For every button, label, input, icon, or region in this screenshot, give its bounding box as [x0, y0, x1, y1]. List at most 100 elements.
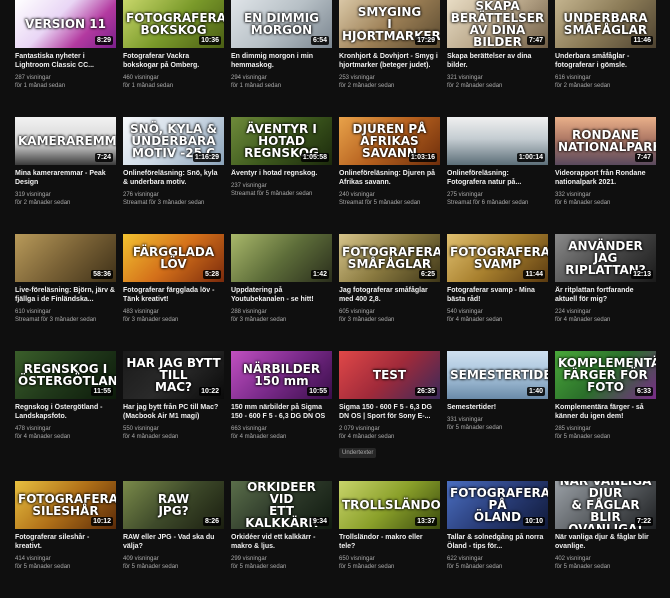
duration-badge: 6:54	[310, 36, 329, 45]
video-title[interactable]: Trollsländor - makro eller tele?	[339, 533, 440, 551]
video-thumbnail[interactable]: RONDANE NATIONALPARK 7:47	[555, 117, 656, 165]
video-title[interactable]: Onlineföreläsning: Djuren på Afrikas sav…	[339, 169, 440, 187]
video-card[interactable]: REGNSKOG I ÖSTERGÖTLAND11:55 Regnskog i Ö…	[15, 351, 116, 481]
video-card[interactable]: SNÖ, KYLA & UNDERBARA MOTIV -25 C1:16:29…	[123, 117, 224, 234]
video-title[interactable]: Live-föreläsning: Björn, järv & fjällga …	[15, 286, 116, 304]
video-thumbnail[interactable]: TROLLSLÄNDOR 13:37	[339, 481, 440, 529]
video-title[interactable]: Skapa berättelser av dina bilder.	[447, 52, 548, 70]
video-thumbnail[interactable]: ORKIDÉER VID ETT KALKKÄRR 9:34	[231, 481, 332, 529]
video-meta: 240 visningar Streamat för 5 månader seda…	[339, 191, 440, 207]
video-thumbnail[interactable]: HAR JAG BYTT TILL MAC? 10:22	[123, 351, 224, 399]
video-title[interactable]: 150 mm närbilder på Sigma 150 - 600 F 5 …	[231, 403, 332, 421]
video-card[interactable]: ORKIDÉER VID ETT KALKKÄRR 9:34 Orkidéer vi…	[231, 481, 332, 598]
video-card[interactable]: HAR JAG BYTT TILL MAC? 10:22 Har jag bytt …	[123, 351, 224, 481]
video-title[interactable]: Fotograferar svamp - Mina bästa råd!	[447, 286, 548, 304]
video-title[interactable]: Kronhjort & Dovhjort - Smyg i hjortmarke…	[339, 52, 440, 70]
video-card[interactable]: DJUREN PÅ AFRIKAS SAVANN 1:03:16 Onlineför…	[339, 117, 440, 234]
view-count: 2 079 visningar	[339, 426, 380, 432]
video-title[interactable]: Fotograferar sileshår - kreativt.	[15, 533, 116, 551]
video-title[interactable]: Fotograferar färgglada löv - Tänk kreati…	[123, 286, 224, 304]
video-title[interactable]: Semestertider!	[447, 403, 548, 412]
video-thumbnail[interactable]: NÄR VANLIGA DJUR & FÅGLAR BLIR OVANLIGA!…	[555, 481, 656, 529]
video-title[interactable]: Fotograferar Vackra bokskogar på Omberg.	[123, 52, 224, 70]
video-thumbnail[interactable]: ANVÄNDER JAG RIPLATTAN? 12:13	[555, 234, 656, 282]
video-thumbnail[interactable]: ÄVENTYR I HOTAD REGNSKOG 1:05:58	[231, 117, 332, 165]
video-thumbnail[interactable]: SMYGING I HJORTMARKER 17:29	[339, 0, 440, 48]
thumbnail-text: NÄRBILDER 150 mm	[242, 362, 321, 388]
video-thumbnail[interactable]: REGNSKOG I ÖSTERGÖTLAND11:55	[15, 351, 116, 399]
video-thumbnail[interactable]: VERSION 11 8:29	[15, 0, 116, 48]
video-card[interactable]: SKAPA BERÄTTELSER AV DINA BILDER 7:47 Skap…	[447, 0, 548, 117]
video-card[interactable]: TEST 26:35 Sigma 150 - 600 F 5 - 6,3 DG DN…	[339, 351, 440, 481]
video-title[interactable]: Tallar & solnedgång på norra Öland - tip…	[447, 533, 548, 551]
view-count: 319 visningar	[15, 192, 51, 198]
video-thumbnail[interactable]: FÄRGGLADA LÖV 5:28	[123, 234, 224, 282]
video-meta: 285 visningar för 5 månader sedan	[555, 425, 656, 441]
video-card[interactable]: 58:36 Live-föreläsning: Björn, järv & fjä…	[15, 234, 116, 351]
video-thumbnail[interactable]: FOTOGRAFERAR SMÅFÅGLAR6:25	[339, 234, 440, 282]
video-thumbnail[interactable]: 58:36	[15, 234, 116, 282]
video-card[interactable]: FÄRGGLADA LÖV 5:28 Fotograferar färgglada …	[123, 234, 224, 351]
video-thumbnail[interactable]: DJUREN PÅ AFRIKAS SAVANN 1:03:16	[339, 117, 440, 165]
video-card[interactable]: FOTOGRAFERAR PÅ ÖLAND10:10 Tallar & solne…	[447, 481, 548, 598]
video-card[interactable]: SMYGING I HJORTMARKER 17:29 Kronhjort & Do…	[339, 0, 440, 117]
video-card[interactable]: KAMERAREMMAR 7:24 Mina kameraremmar - Peak…	[15, 117, 116, 234]
thumbnail-text: KAMERAREMMAR	[18, 134, 116, 148]
video-card[interactable]: SEMESTERTIDER! 1:40 Semestertider! 331 visn…	[447, 351, 548, 481]
video-title[interactable]: Regnskog i Östergötland - Landskapsfoto.	[15, 403, 116, 421]
video-thumbnail[interactable]: 1:00:14	[447, 117, 548, 165]
video-card[interactable]: EN DIMMIG MORGON 6:54 En dimmig morgon i m…	[231, 0, 332, 117]
video-card[interactable]: KOMPLEMENTÄRA FÄRGER FÖR FOTO6:33 Komplem…	[555, 351, 656, 481]
video-card[interactable]: RAW JPG? 8:26 RAW eller JPG - Vad ska du v…	[123, 481, 224, 598]
video-thumbnail[interactable]: NÄRBILDER 150 mm 10:55	[231, 351, 332, 399]
video-thumbnail[interactable]: FOTOGRAFERAR BOKSKOG10:36	[123, 0, 224, 48]
video-card[interactable]: FOTOGRAFERAR SVAMP11:44 Fotograferar svam…	[447, 234, 548, 351]
video-thumbnail[interactable]: RAW JPG? 8:26	[123, 481, 224, 529]
video-thumbnail[interactable]: FOTOGRAFERAR PÅ ÖLAND10:10	[447, 481, 548, 529]
video-title[interactable]: Mina kameraremmar - Peak Design	[15, 169, 116, 187]
video-title[interactable]: Underbara småfåglar - fotograferar i göm…	[555, 52, 656, 70]
video-title[interactable]: Äventyr i hotad regnskog.	[231, 169, 332, 178]
video-title[interactable]: Fantastiska nyheter i Lightroom Classic …	[15, 52, 116, 70]
video-card[interactable]: FOTOGRAFERAR SILESHÅR10:12 Fotograferar s…	[15, 481, 116, 598]
video-card[interactable]: FOTOGRAFERAR BOKSKOG10:36 Fotograferar Va…	[123, 0, 224, 117]
video-card[interactable]: RONDANE NATIONALPARK 7:47 Videorapport frå…	[555, 117, 656, 234]
video-title[interactable]: En dimmig morgon i min hemmaskog.	[231, 52, 332, 70]
video-title[interactable]: Komplementära färger - så känner du igen…	[555, 403, 656, 421]
video-thumbnail[interactable]: SKAPA BERÄTTELSER AV DINA BILDER 7:47	[447, 0, 548, 48]
video-thumbnail[interactable]: KOMPLEMENTÄRA FÄRGER FÖR FOTO6:33	[555, 351, 656, 399]
video-thumbnail[interactable]: FOTOGRAFERAR SVAMP11:44	[447, 234, 548, 282]
video-meta: 460 visningar för 1 månad sedan	[123, 74, 224, 90]
video-thumbnail[interactable]: KAMERAREMMAR 7:24	[15, 117, 116, 165]
video-title[interactable]: RAW eller JPG - Vad ska du välja?	[123, 533, 224, 551]
video-title[interactable]: Jag fotograferar småfåglar med 400 2,8.	[339, 286, 440, 304]
video-card[interactable]: ANVÄNDER JAG RIPLATTAN? 12:13 Är ritplatta…	[555, 234, 656, 351]
video-card[interactable]: FOTOGRAFERAR SMÅFÅGLAR6:25 Jag fotografer…	[339, 234, 440, 351]
video-title[interactable]: Onlineföreläsning: Snö, kyla & underbara…	[123, 169, 224, 187]
video-card[interactable]: 1:00:14 Onlineföreläsning: Fotografera na…	[447, 117, 548, 234]
video-title[interactable]: Sigma 150 - 600 F 5 - 6,3 DG DN OS | Spo…	[339, 403, 440, 421]
video-card[interactable]: 1:42 Uppdatering på Youtubekanalen - se h…	[231, 234, 332, 351]
video-title[interactable]: Videorapport från Rondane nationalpark 2…	[555, 169, 656, 187]
video-thumbnail[interactable]: UNDERBARA SMÅFÅGLAR 11:46	[555, 0, 656, 48]
video-thumbnail[interactable]: SNÖ, KYLA & UNDERBARA MOTIV -25 C1:16:29	[123, 117, 224, 165]
video-title[interactable]: Orkidéer vid ett kalkkärr - makro & ljus…	[231, 533, 332, 551]
video-title[interactable]: Onlineföreläsning: Fotografera natur på.…	[447, 169, 548, 187]
upload-age: för 3 månader sedan	[231, 317, 287, 323]
video-card[interactable]: ÄVENTYR I HOTAD REGNSKOG 1:05:58 Äventyr i…	[231, 117, 332, 234]
video-card[interactable]: VERSION 11 8:29 Fantastiska nyheter i Ligh…	[15, 0, 116, 117]
video-title[interactable]: När vanliga djur & fåglar blir ovanlige.	[555, 533, 656, 551]
video-card[interactable]: TROLLSLÄNDOR 13:37 Trollsländor - makro el…	[339, 481, 440, 598]
video-title[interactable]: Är ritplattan fortfarande aktuell för mi…	[555, 286, 656, 304]
video-thumbnail[interactable]: TEST 26:35	[339, 351, 440, 399]
thumbnail-text: RONDANE NATIONALPARK	[558, 128, 656, 154]
video-card[interactable]: NÄR VANLIGA DJUR & FÅGLAR BLIR OVANLIGA!…	[555, 481, 656, 598]
video-thumbnail[interactable]: EN DIMMIG MORGON 6:54	[231, 0, 332, 48]
video-thumbnail[interactable]: 1:42	[231, 234, 332, 282]
video-thumbnail[interactable]: FOTOGRAFERAR SILESHÅR10:12	[15, 481, 116, 529]
video-title[interactable]: Har jag bytt från PC till Mac? (Macbook …	[123, 403, 224, 421]
video-thumbnail[interactable]: SEMESTERTIDER! 1:40	[447, 351, 548, 399]
video-title[interactable]: Uppdatering på Youtubekanalen - se hitt!	[231, 286, 332, 304]
video-card[interactable]: UNDERBARA SMÅFÅGLAR 11:46 Underbara småfåg…	[555, 0, 656, 117]
video-card[interactable]: NÄRBILDER 150 mm 10:55 150 mm närbilder på…	[231, 351, 332, 481]
